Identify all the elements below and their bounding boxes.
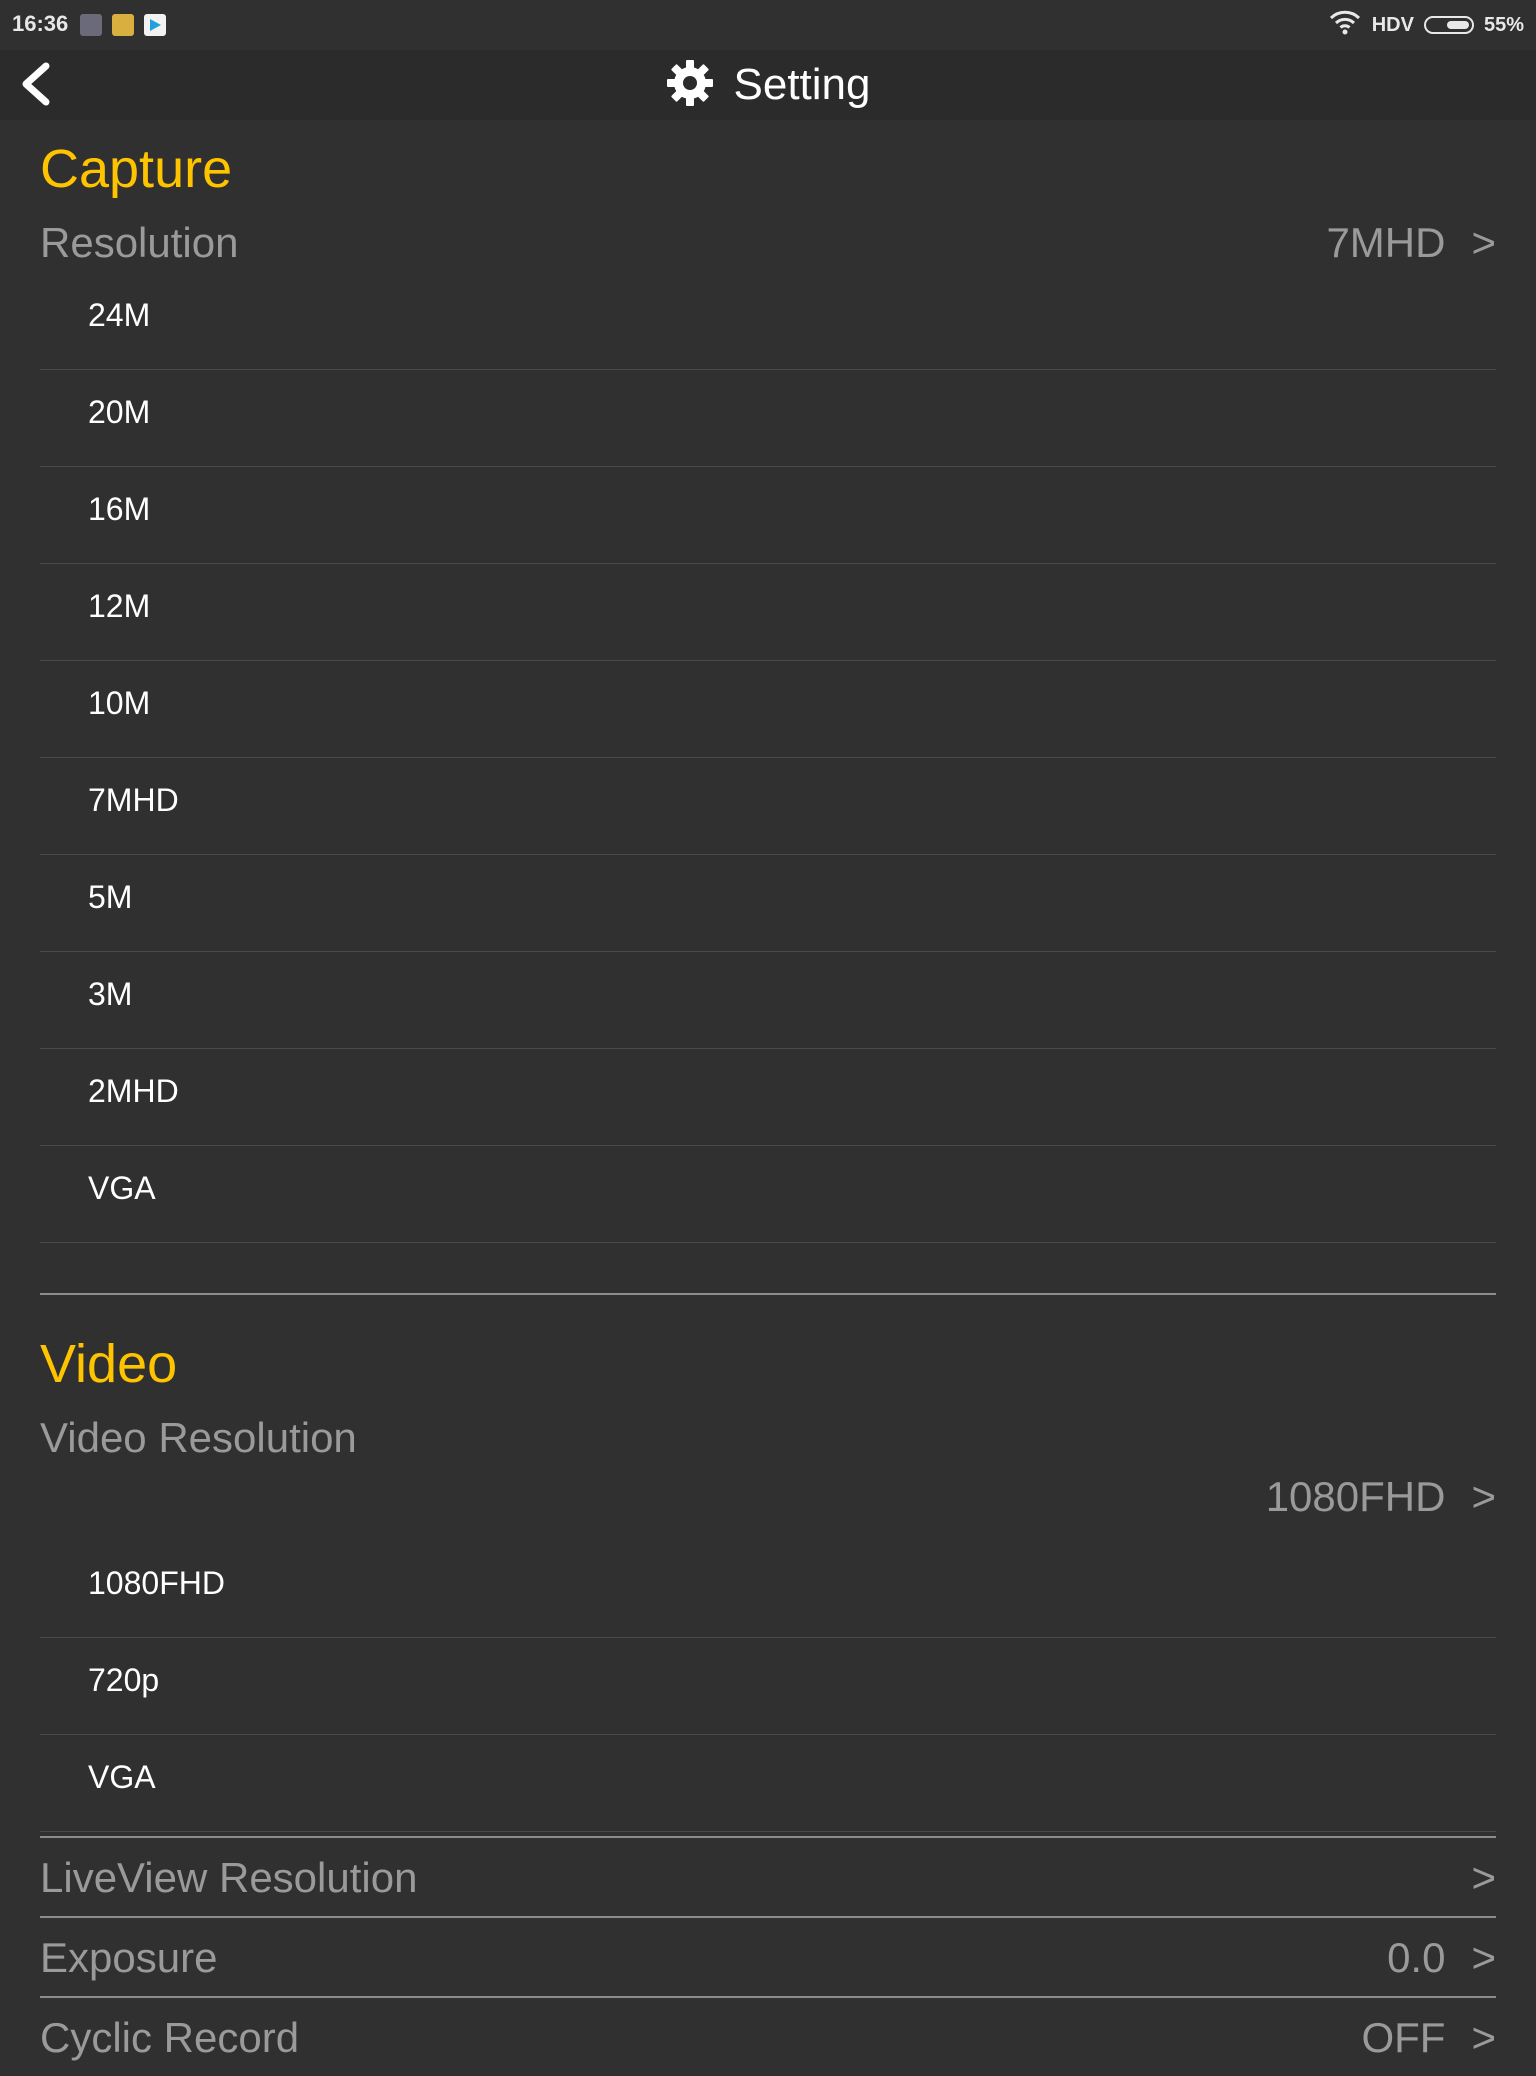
option-label: 20M	[88, 394, 151, 430]
chevron-right-icon: >	[1471, 1473, 1496, 1520]
option-label: 5M	[88, 879, 133, 915]
exposure-value-group: 0.0 >	[1387, 1934, 1496, 1982]
liveview-resolution-label: LiveView Resolution	[40, 1854, 418, 1901]
option-label: 16M	[88, 491, 151, 527]
liveview-resolution-row[interactable]: LiveView Resolution >	[40, 1838, 1496, 1916]
exposure-label: Exposure	[40, 1934, 218, 1981]
wifi-icon	[1328, 9, 1362, 41]
chevron-right-icon: >	[1471, 2014, 1496, 2061]
page-title: Setting	[733, 60, 871, 109]
app-header: Setting	[0, 50, 1536, 120]
capture-resolution-value-group: 7MHD >	[1326, 219, 1496, 267]
option-label: VGA	[88, 1170, 156, 1206]
capture-option-8[interactable]: 2MHD	[40, 1049, 1496, 1146]
option-label: 1080FHD	[88, 1565, 225, 1601]
capture-resolution-value: 7MHD	[1326, 219, 1446, 266]
video-option-0[interactable]: 1080FHD	[40, 1541, 1496, 1638]
video-resolution-value-group: 1080FHD >	[1266, 1473, 1496, 1521]
option-label: 24M	[88, 297, 151, 333]
play-store-icon	[144, 14, 166, 36]
video-option-1[interactable]: 720p	[40, 1638, 1496, 1735]
chevron-right-icon: >	[1471, 219, 1496, 266]
option-label: 12M	[88, 588, 151, 624]
battery-fill	[1446, 21, 1469, 29]
capture-section-title: Capture	[40, 139, 233, 199]
exposure-value: 0.0	[1387, 1934, 1446, 1981]
video-resolution-label: Video Resolution	[40, 1414, 357, 1461]
status-right: HDV 55%	[1328, 9, 1524, 41]
option-label: 10M	[88, 685, 151, 721]
battery-icon	[1423, 16, 1474, 34]
capture-option-1[interactable]: 20M	[40, 370, 1496, 467]
cyclic-record-row[interactable]: Cyclic Record OFF >	[40, 1998, 1496, 2076]
gear-icon	[666, 59, 714, 112]
cyclic-record-label: Cyclic Record	[40, 2014, 300, 2061]
network-name: HDV	[1371, 13, 1414, 36]
capture-resolution-row[interactable]: Resolution 7MHD >	[40, 215, 1496, 275]
cyclic-record-value: OFF	[1361, 2014, 1446, 2061]
capture-option-3[interactable]: 12M	[40, 564, 1496, 661]
section-divider	[40, 1293, 1496, 1295]
option-label: 3M	[88, 976, 133, 1012]
video-section-title: Video	[40, 1334, 178, 1394]
cyclic-record-value-group: OFF >	[1361, 2014, 1496, 2062]
header-title-group: Setting	[0, 50, 1536, 120]
app-notification-icon	[80, 14, 102, 36]
capture-resolution-label: Resolution	[40, 219, 239, 266]
capture-option-9[interactable]: VGA	[40, 1146, 1496, 1243]
status-bar: 16:36 HDV 55%	[0, 0, 1536, 50]
option-label: 2MHD	[88, 1073, 179, 1109]
capture-option-4[interactable]: 10M	[40, 661, 1496, 758]
video-resolution-row[interactable]: Video Resolution 1080FHD >	[40, 1410, 1496, 1540]
option-label: 7MHD	[88, 782, 179, 818]
video-option-2[interactable]: VGA	[40, 1735, 1496, 1832]
exposure-row[interactable]: Exposure 0.0 >	[40, 1918, 1496, 1996]
capture-option-0[interactable]: 24M	[40, 273, 1496, 370]
capture-option-2[interactable]: 16M	[40, 467, 1496, 564]
option-label: 720p	[88, 1662, 160, 1698]
video-resolution-value: 1080FHD	[1265, 1473, 1446, 1520]
game-notification-icon	[112, 14, 134, 36]
capture-option-7[interactable]: 3M	[40, 952, 1496, 1049]
chevron-right-icon: >	[1471, 1854, 1496, 1901]
option-label: VGA	[88, 1759, 156, 1795]
battery-percent: 55%	[1483, 13, 1524, 36]
liveview-resolution-value-group: >	[1445, 1854, 1496, 1902]
status-time: 16:36	[12, 11, 69, 36]
chevron-right-icon: >	[1471, 1934, 1496, 1981]
capture-option-6[interactable]: 5M	[40, 855, 1496, 952]
capture-option-5[interactable]: 7MHD	[40, 758, 1496, 855]
